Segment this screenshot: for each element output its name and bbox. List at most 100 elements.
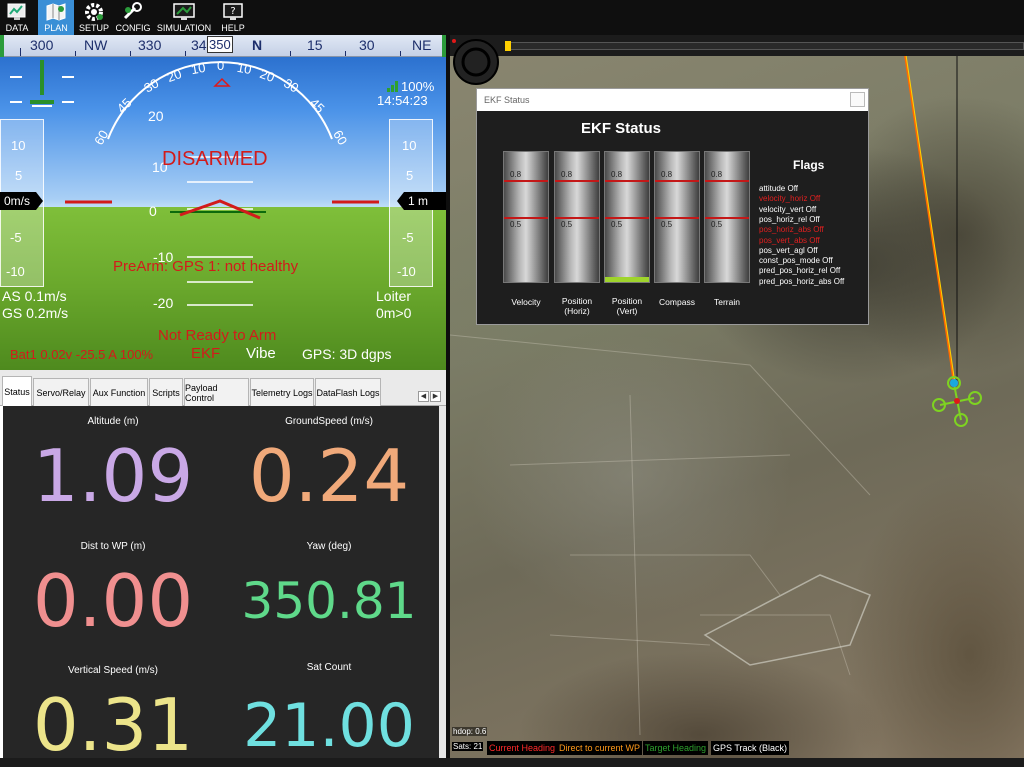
ekf-tick-label: 0.5 (711, 220, 723, 229)
tab-scripts[interactable]: Scripts (149, 378, 183, 406)
ekf-bar-label: Position (Horiz) (561, 296, 593, 316)
tab-dataflash-logs[interactable]: DataFlash Logs (315, 378, 381, 406)
menu-plan-label: PLAN (44, 23, 68, 33)
ekf-flag: pred_pos_horiz_rel Off (759, 266, 841, 276)
flags-title: Flags (793, 158, 825, 172)
ekf-tick-label: 0.8 (561, 170, 573, 179)
quick-value[interactable]: 0.00 (3, 559, 223, 643)
ekf-flag: velocity_vert Off (759, 204, 817, 214)
flight-hud: 300 NW 330 34 350 N 15 30 NE 60 45 30 20… (0, 35, 446, 370)
ekf-tick-label: 0.5 (561, 220, 573, 229)
quick-value[interactable]: 350.81 (219, 572, 439, 630)
ekf-indicator[interactable]: EKF (191, 345, 220, 362)
ekf-flag: pos_vert_agl Off (759, 245, 818, 255)
gps-status: GPS: 3D dgps (302, 346, 392, 362)
legend-gps-track: GPS Track (Black) (711, 741, 790, 755)
menu-help-label: HELP (221, 23, 245, 33)
hud-time: 14:54:23 (377, 93, 428, 108)
tab-aux-function[interactable]: Aux Function (90, 378, 148, 406)
svg-text:?: ? (230, 6, 235, 17)
ekf-tick-label: 0.8 (510, 170, 522, 179)
tab-status[interactable]: Status (2, 376, 32, 406)
quick-value[interactable]: 0.31 (3, 683, 223, 767)
legend-current-heading: Current Heading (487, 741, 558, 755)
signal-icon (387, 81, 398, 92)
legend-direct-to-wp: Direct to current WP (557, 741, 643, 755)
tab-scroll-right-icon[interactable]: ▶ (430, 391, 441, 402)
ekf-bar-label: Terrain (714, 297, 740, 307)
actions-tab-bar: Status Servo/Relay Aux Function Scripts … (0, 370, 446, 406)
altitude-tape-label: -10 (397, 264, 416, 279)
ekf-tick-label: 0.5 (611, 220, 623, 229)
menu-simulation-button[interactable]: SIMULATION (155, 0, 213, 35)
ekf-status-window[interactable]: EKF Status EKF Status 0.8 0.5 0.8 0.5 0.… (476, 88, 869, 325)
battery-status: Bat1 0.02v -25.5 A 100% (10, 347, 154, 362)
ekf-flag: attitude Off (759, 184, 798, 193)
tab-payload-control[interactable]: Payload Control (184, 378, 249, 406)
quick-label: Altitude (m) (87, 416, 139, 427)
map-top-slider[interactable] (506, 42, 1024, 50)
ekf-bar-label: Velocity (511, 297, 541, 307)
ekf-tick-label: 0.5 (510, 220, 522, 229)
setup-icon (85, 3, 103, 21)
ekf-tick-label: 0.5 (661, 220, 673, 229)
quick-label: Yaw (deg) (306, 541, 352, 552)
quick-value[interactable]: 1.09 (3, 434, 223, 518)
roll-label: 0 (217, 58, 225, 73)
map-compass-icon[interactable] (450, 35, 500, 85)
ekf-flag: const_pos_mode Off (759, 256, 833, 266)
menu-help-button[interactable]: ? HELP (216, 0, 250, 35)
mode-distance: 0m>0 (376, 305, 412, 321)
airspeed-readout: AS 0.1m/s (2, 288, 67, 304)
ekf-bar-fill (605, 276, 649, 282)
speed-tape-label: 10 (11, 138, 26, 153)
menu-data-label: DATA (5, 23, 29, 33)
ekf-bar-position-horiz: 0.8 0.5 (554, 151, 600, 283)
speed-tape-label: -5 (10, 230, 22, 245)
pitch-label: 20 (148, 108, 164, 124)
altitude-tape-label: 5 (406, 168, 414, 183)
tab-servo-relay[interactable]: Servo/Relay (33, 378, 89, 406)
ekf-heading: EKF Status (581, 120, 662, 137)
ekf-tick-label: 0.8 (661, 170, 673, 179)
speed-tape-label: 5 (15, 168, 23, 183)
pitch-label: -20 (153, 295, 174, 311)
quick-label: Sat Count (306, 662, 352, 673)
quick-label: Dist to WP (m) (80, 541, 146, 552)
quick-label: Vertical Speed (m/s) (67, 665, 159, 676)
menu-config-label: CONFIG (115, 23, 151, 33)
groundspeed-readout: GS 0.2m/s (2, 305, 69, 321)
close-icon[interactable] (850, 92, 865, 107)
altitude-tape-label: 10 (402, 138, 417, 153)
main-menu-bar: DATA PLAN SETUP CONFIG SIMULATION ? HELP (0, 0, 1024, 35)
menu-data-button[interactable]: DATA (0, 0, 34, 35)
vibe-indicator[interactable]: Vibe (246, 345, 276, 362)
menu-setup-label: SETUP (78, 23, 109, 33)
sats-readout: Sats: 21 (452, 742, 484, 751)
ekf-bar-label: Compass (659, 297, 695, 307)
tab-scroll-left-icon[interactable]: ◀ (418, 391, 429, 402)
roll-label: 10 (235, 59, 253, 78)
plan-icon (46, 3, 66, 21)
hdop-readout: hdop: 0.6 (452, 727, 488, 736)
menu-config-button[interactable]: CONFIG (114, 0, 152, 35)
ekf-tick-label: 0.8 (711, 170, 723, 179)
ekf-flag: pred_pos_horiz_abs Off (759, 276, 845, 286)
config-icon (123, 2, 142, 20)
quick-value[interactable]: 21.00 (219, 691, 439, 761)
ekf-tick-label: 0.8 (611, 170, 623, 179)
slider-thumb-icon[interactable] (505, 41, 511, 51)
speed-tape-label: -10 (6, 264, 25, 279)
speed-readout: 0m/s (0, 192, 36, 210)
ekf-flag: pos_horiz_rel Off (759, 214, 820, 224)
ekf-window-title[interactable]: EKF Status (477, 89, 868, 111)
ekf-bar-terrain: 0.8 0.5 (704, 151, 750, 283)
menu-setup-button[interactable]: SETUP (77, 0, 111, 35)
menu-plan-button[interactable]: PLAN (38, 0, 74, 35)
ekf-flag: velocity_horiz Off (759, 194, 821, 204)
quick-value[interactable]: 0.24 (219, 434, 439, 518)
legend-target-heading: Target Heading (643, 741, 709, 755)
battery-percent: 100% (401, 79, 435, 94)
tab-telemetry-logs[interactable]: Telemetry Logs (250, 378, 314, 406)
quick-label: GroundSpeed (m/s) (285, 416, 373, 427)
